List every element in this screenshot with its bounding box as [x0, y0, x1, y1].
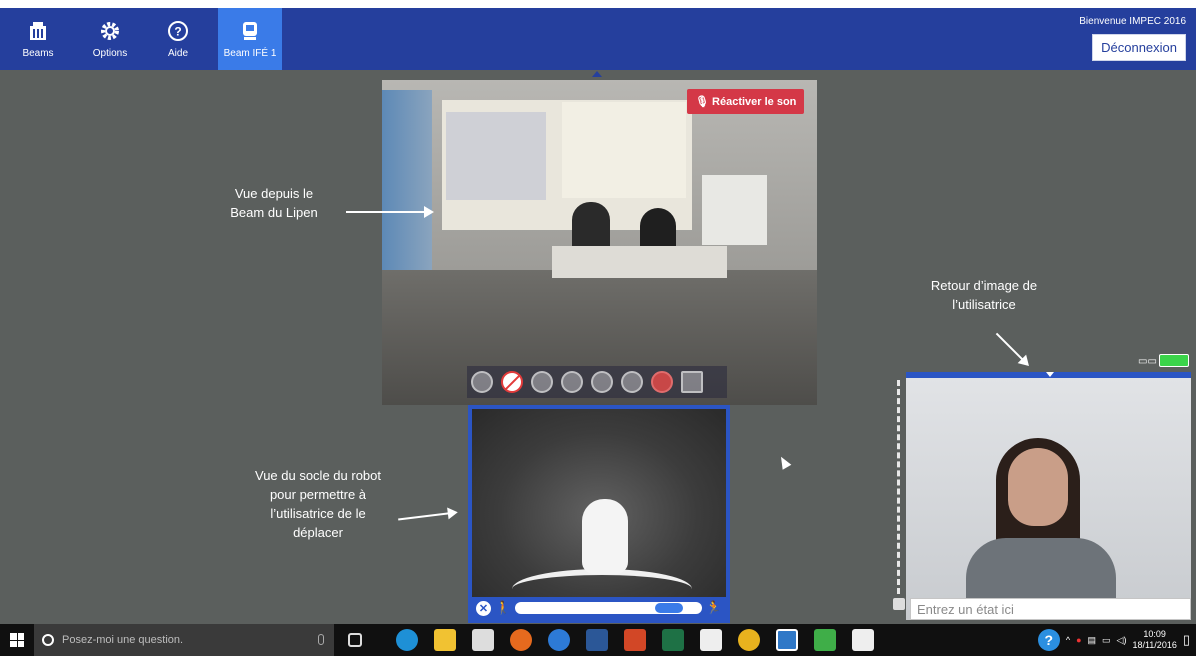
robot-icon — [243, 21, 257, 40]
windows-logo-icon — [10, 633, 24, 647]
beam-app-icon[interactable] — [776, 629, 798, 651]
connection-icon: ▭▭ — [1138, 356, 1157, 367]
self-view-feed — [906, 372, 1191, 620]
notifications-icon[interactable]: ▯ — [1183, 632, 1190, 648]
app-icon[interactable] — [548, 629, 570, 651]
microphone-icon — [318, 634, 324, 645]
volume-icon[interactable]: ◁) — [1117, 635, 1127, 646]
chat-icon[interactable] — [893, 598, 905, 610]
fullscreen-button[interactable] — [561, 371, 583, 393]
annotation-arrow — [398, 511, 456, 521]
clock-date: 18/11/2016 — [1132, 640, 1177, 650]
run-fast-icon: 🏃 — [705, 600, 722, 615]
annotation-floor-view: Vue du socle du robot pour permettre à l… — [255, 468, 381, 540]
windows-taskbar: Posez-moi une question. ? ^ ● ▤ ▭ ◁) 10:… — [0, 624, 1196, 656]
chevron-up-icon[interactable]: ^ — [1066, 635, 1070, 645]
clock-time: 10:09 — [1143, 629, 1166, 639]
nav-beams-label: Beams — [22, 47, 54, 59]
speed-bar: ✕ 🚶 🏃 — [472, 597, 726, 619]
status-input[interactable] — [910, 598, 1191, 620]
video-window — [382, 90, 432, 270]
start-button[interactable] — [0, 624, 34, 656]
cortana-icon — [42, 634, 54, 646]
video-slide — [562, 102, 686, 198]
self-view-caret-icon[interactable] — [1046, 372, 1054, 377]
reactivate-label: Réactiver le son — [712, 96, 797, 108]
speed-slider[interactable] — [515, 602, 702, 614]
camtasia-icon[interactable] — [814, 629, 836, 651]
move-icon[interactable] — [681, 371, 703, 393]
building-icon — [30, 21, 46, 40]
file-explorer-icon[interactable] — [434, 629, 456, 651]
volume-button[interactable] — [471, 371, 493, 393]
svg-text:?: ? — [174, 24, 181, 38]
floor-camera-feed: ✕ 🚶 🏃 — [468, 405, 730, 623]
powerpoint-icon[interactable] — [624, 629, 646, 651]
nav-help[interactable]: ? Aide — [150, 8, 206, 70]
edge-icon[interactable] — [396, 629, 418, 651]
main-video-feed: 🎙 Réactiver le son — [382, 80, 817, 405]
close-icon[interactable]: ✕ — [476, 600, 491, 616]
nav-beams[interactable]: Beams — [10, 8, 66, 70]
firefox-icon[interactable] — [510, 629, 532, 651]
annotation-self-view: Retour d’image de l’utilisatrice — [930, 278, 1038, 312]
camtasia-recorder-icon[interactable] — [852, 629, 874, 651]
reactivate-sound-button[interactable]: 🎙 Réactiver le son — [687, 89, 805, 114]
gear-icon — [101, 21, 119, 40]
annotation-main-view: Vue depuis le Beam du Lipen — [230, 186, 318, 220]
photo-button[interactable] — [531, 371, 553, 393]
share-screen-button[interactable] — [591, 371, 613, 393]
pause-button[interactable] — [621, 371, 643, 393]
robot-head — [582, 499, 628, 574]
hangup-button[interactable] — [651, 371, 673, 393]
nav-options-label: Options — [92, 47, 128, 59]
welcome-text: Bienvenue IMPEC 2016 — [1079, 16, 1186, 27]
document-icon[interactable] — [700, 629, 722, 651]
search-placeholder: Posez-moi une question. — [62, 634, 184, 646]
network-icon[interactable]: ▤ — [1088, 635, 1097, 646]
store-icon[interactable] — [472, 629, 494, 651]
word-icon[interactable] — [586, 629, 608, 651]
excel-icon[interactable] — [662, 629, 684, 651]
display-icon[interactable]: ▭ — [1102, 635, 1111, 646]
video-controls — [467, 366, 727, 398]
annotation-arrow — [346, 206, 434, 218]
video-whiteboard — [702, 175, 767, 245]
battery-icon — [1159, 354, 1189, 367]
video-table — [552, 246, 727, 278]
top-navigation-bar: Beams Options ? Aide Beam IFÉ 1 Bienvenu… — [0, 0, 1196, 70]
mute-mic-button[interactable] — [501, 371, 523, 393]
help-icon: ? — [168, 20, 188, 41]
annotation-arrow — [995, 332, 1029, 366]
logout-button[interactable]: Déconnexion — [1092, 34, 1186, 61]
mouse-cursor-icon — [776, 454, 792, 470]
cortana-search[interactable]: Posez-moi une question. — [34, 624, 334, 656]
nav-help-label: Aide — [167, 47, 188, 59]
task-view-icon[interactable] — [348, 633, 362, 647]
clock[interactable]: 10:09 18/11/2016 — [1132, 629, 1176, 651]
chrome-icon[interactable] — [738, 629, 760, 651]
walk-slow-icon: 🚶 — [495, 600, 512, 615]
self-view-divider — [897, 380, 901, 594]
microphone-icon: 🎙 — [695, 96, 713, 108]
antivirus-icon[interactable]: ● — [1076, 635, 1081, 645]
collapse-caret-icon[interactable] — [592, 71, 602, 77]
self-view-face — [1008, 448, 1068, 526]
nav-beam-ife-1[interactable]: Beam IFÉ 1 — [218, 8, 282, 70]
help-icon[interactable]: ? — [1037, 629, 1060, 651]
system-tray: ? ^ ● ▤ ▭ ◁) 10:09 18/11/2016 ▯ — [1037, 624, 1190, 656]
video-slide-left — [446, 112, 546, 200]
video-person — [572, 202, 610, 252]
speed-slider-knob[interactable] — [655, 603, 684, 613]
nav-beam-label: Beam IFÉ 1 — [223, 47, 277, 59]
nav-options[interactable]: Options — [82, 8, 138, 70]
